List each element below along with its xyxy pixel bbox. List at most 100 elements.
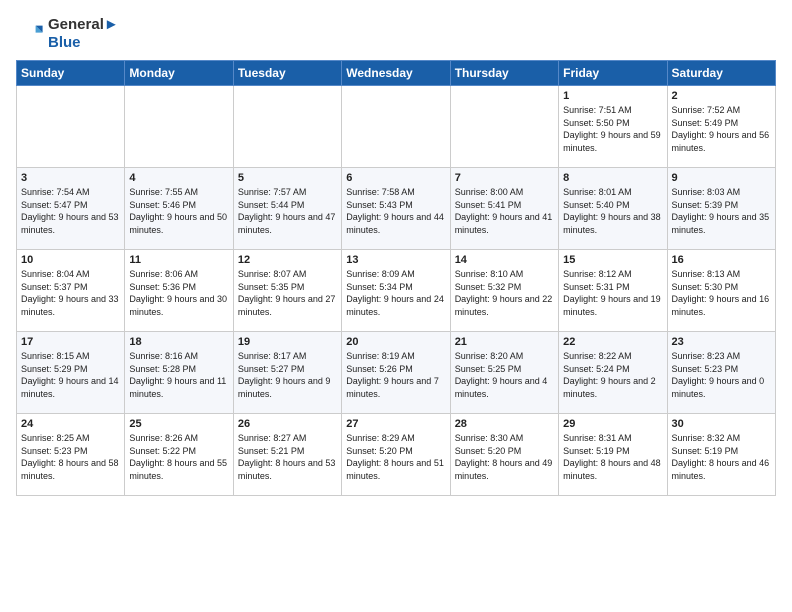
calendar-cell: 24 Sunrise: 8:25 AM Sunset: 5:23 PM Dayli…	[17, 414, 125, 496]
calendar-cell: 6 Sunrise: 7:58 AM Sunset: 5:43 PM Daylig…	[342, 168, 450, 250]
day-number: 21	[455, 336, 554, 348]
day-number: 26	[238, 418, 337, 430]
calendar-cell: 8Sunrise: 8:01 AM Sunset: 5:40 PM Daylig…	[559, 168, 667, 250]
calendar-body: 1 Sunrise: 7:51 AM Sunset: 5:50 PM Daylig…	[17, 86, 776, 496]
day-info: Sunrise: 8:19 AM Sunset: 5:26 PM Dayligh…	[346, 350, 445, 400]
calendar-cell: 10Sunrise: 8:04 AM Sunset: 5:37 PM Dayli…	[17, 250, 125, 332]
day-number: 2	[672, 90, 771, 102]
day-number: 6	[346, 172, 445, 184]
calendar-cell: 3Sunrise: 7:54 AM Sunset: 5:47 PM Daylig…	[17, 168, 125, 250]
day-info: Sunrise: 7:58 AM Sunset: 5:43 PM Dayligh…	[346, 186, 445, 236]
day-info: Sunrise: 8:03 AM Sunset: 5:39 PM Dayligh…	[672, 186, 771, 236]
calendar-cell: 26 Sunrise: 8:27 AM Sunset: 5:21 PM Dayli…	[233, 414, 341, 496]
day-info: Sunrise: 8:13 AM Sunset: 5:30 PM Dayligh…	[672, 268, 771, 318]
calendar-cell	[450, 86, 558, 168]
day-info: Sunrise: 8:17 AM Sunset: 5:27 PM Dayligh…	[238, 350, 337, 400]
day-number: 29	[563, 418, 662, 430]
page-header: General► Blue	[16, 16, 776, 52]
calendar-week-4: 17 Sunrise: 8:15 AM Sunset: 5:29 PM Dayli…	[17, 332, 776, 414]
calendar-cell: 28 Sunrise: 8:30 AM Sunset: 5:20 PM Dayli…	[450, 414, 558, 496]
calendar-cell: 14 Sunrise: 8:10 AM Sunset: 5:32 PM Dayli…	[450, 250, 558, 332]
calendar-cell: 19 Sunrise: 8:17 AM Sunset: 5:27 PM Dayli…	[233, 332, 341, 414]
calendar-cell: 18 Sunrise: 8:16 AM Sunset: 5:28 PM Dayli…	[125, 332, 233, 414]
day-number: 25	[129, 418, 228, 430]
day-info: Sunrise: 8:29 AM Sunset: 5:20 PM Dayligh…	[346, 432, 445, 482]
day-number: 19	[238, 336, 337, 348]
calendar-cell: 7Sunrise: 8:00 AM Sunset: 5:41 PM Daylig…	[450, 168, 558, 250]
day-info: Sunrise: 8:04 AM Sunset: 5:37 PM Dayligh…	[21, 268, 120, 318]
day-info: Sunrise: 8:31 AM Sunset: 5:19 PM Dayligh…	[563, 432, 662, 482]
logo-text: General► Blue	[48, 16, 119, 52]
day-info: Sunrise: 8:12 AM Sunset: 5:31 PM Dayligh…	[563, 268, 662, 318]
day-info: Sunrise: 8:06 AM Sunset: 5:36 PM Dayligh…	[129, 268, 228, 318]
day-number: 18	[129, 336, 228, 348]
calendar-cell: 25 Sunrise: 8:26 AM Sunset: 5:22 PM Dayli…	[125, 414, 233, 496]
calendar-cell: 12Sunrise: 8:07 AM Sunset: 5:35 PM Dayli…	[233, 250, 341, 332]
day-number: 11	[129, 254, 228, 266]
weekday-header-friday: Friday	[559, 61, 667, 86]
day-info: Sunrise: 8:25 AM Sunset: 5:23 PM Dayligh…	[21, 432, 120, 482]
calendar-cell: 23 Sunrise: 8:23 AM Sunset: 5:23 PM Dayli…	[667, 332, 775, 414]
calendar-cell: 21 Sunrise: 8:20 AM Sunset: 5:25 PM Dayli…	[450, 332, 558, 414]
day-info: Sunrise: 7:57 AM Sunset: 5:44 PM Dayligh…	[238, 186, 337, 236]
day-number: 3	[21, 172, 120, 184]
calendar-cell: 11 Sunrise: 8:06 AM Sunset: 5:36 PM Dayli…	[125, 250, 233, 332]
day-number: 14	[455, 254, 554, 266]
calendar-week-5: 24 Sunrise: 8:25 AM Sunset: 5:23 PM Dayli…	[17, 414, 776, 496]
calendar-cell: 15 Sunrise: 8:12 AM Sunset: 5:31 PM Dayli…	[559, 250, 667, 332]
weekday-header-monday: Monday	[125, 61, 233, 86]
day-number: 13	[346, 254, 445, 266]
day-info: Sunrise: 8:10 AM Sunset: 5:32 PM Dayligh…	[455, 268, 554, 318]
weekday-header-wednesday: Wednesday	[342, 61, 450, 86]
calendar-cell	[17, 86, 125, 168]
day-number: 4	[129, 172, 228, 184]
weekday-header-tuesday: Tuesday	[233, 61, 341, 86]
calendar-cell: 22Sunrise: 8:22 AM Sunset: 5:24 PM Dayli…	[559, 332, 667, 414]
day-info: Sunrise: 8:15 AM Sunset: 5:29 PM Dayligh…	[21, 350, 120, 400]
day-number: 24	[21, 418, 120, 430]
calendar-cell: 2 Sunrise: 7:52 AM Sunset: 5:49 PM Daylig…	[667, 86, 775, 168]
day-number: 16	[672, 254, 771, 266]
calendar-table: SundayMondayTuesdayWednesdayThursdayFrid…	[16, 60, 776, 496]
calendar-cell	[233, 86, 341, 168]
day-number: 17	[21, 336, 120, 348]
day-info: Sunrise: 8:20 AM Sunset: 5:25 PM Dayligh…	[455, 350, 554, 400]
day-number: 1	[563, 90, 662, 102]
logo: General► Blue	[16, 16, 119, 52]
weekday-header-saturday: Saturday	[667, 61, 775, 86]
day-number: 23	[672, 336, 771, 348]
calendar-week-1: 1 Sunrise: 7:51 AM Sunset: 5:50 PM Daylig…	[17, 86, 776, 168]
day-info: Sunrise: 8:32 AM Sunset: 5:19 PM Dayligh…	[672, 432, 771, 482]
calendar-cell: 5 Sunrise: 7:57 AM Sunset: 5:44 PM Daylig…	[233, 168, 341, 250]
day-number: 9	[672, 172, 771, 184]
calendar-cell: 20 Sunrise: 8:19 AM Sunset: 5:26 PM Dayli…	[342, 332, 450, 414]
day-number: 27	[346, 418, 445, 430]
day-info: Sunrise: 8:26 AM Sunset: 5:22 PM Dayligh…	[129, 432, 228, 482]
day-info: Sunrise: 8:27 AM Sunset: 5:21 PM Dayligh…	[238, 432, 337, 482]
calendar-cell: 29 Sunrise: 8:31 AM Sunset: 5:19 PM Dayli…	[559, 414, 667, 496]
day-info: Sunrise: 8:22 AM Sunset: 5:24 PM Dayligh…	[563, 350, 662, 400]
day-info: Sunrise: 7:52 AM Sunset: 5:49 PM Dayligh…	[672, 104, 771, 154]
logo-icon	[16, 20, 44, 48]
calendar-cell: 17 Sunrise: 8:15 AM Sunset: 5:29 PM Dayli…	[17, 332, 125, 414]
calendar-cell: 4Sunrise: 7:55 AM Sunset: 5:46 PM Daylig…	[125, 168, 233, 250]
day-number: 28	[455, 418, 554, 430]
day-number: 7	[455, 172, 554, 184]
calendar-cell: 27 Sunrise: 8:29 AM Sunset: 5:20 PM Dayli…	[342, 414, 450, 496]
day-info: Sunrise: 8:01 AM Sunset: 5:40 PM Dayligh…	[563, 186, 662, 236]
day-info: Sunrise: 7:51 AM Sunset: 5:50 PM Dayligh…	[563, 104, 662, 154]
calendar-cell: 9 Sunrise: 8:03 AM Sunset: 5:39 PM Daylig…	[667, 168, 775, 250]
day-number: 5	[238, 172, 337, 184]
calendar-cell	[125, 86, 233, 168]
day-info: Sunrise: 8:30 AM Sunset: 5:20 PM Dayligh…	[455, 432, 554, 482]
day-number: 20	[346, 336, 445, 348]
day-info: Sunrise: 8:23 AM Sunset: 5:23 PM Dayligh…	[672, 350, 771, 400]
weekday-header-thursday: Thursday	[450, 61, 558, 86]
day-number: 15	[563, 254, 662, 266]
day-info: Sunrise: 8:07 AM Sunset: 5:35 PM Dayligh…	[238, 268, 337, 318]
calendar-cell	[342, 86, 450, 168]
day-info: Sunrise: 8:16 AM Sunset: 5:28 PM Dayligh…	[129, 350, 228, 400]
day-number: 30	[672, 418, 771, 430]
calendar-cell: 1 Sunrise: 7:51 AM Sunset: 5:50 PM Daylig…	[559, 86, 667, 168]
calendar-cell: 16 Sunrise: 8:13 AM Sunset: 5:30 PM Dayli…	[667, 250, 775, 332]
